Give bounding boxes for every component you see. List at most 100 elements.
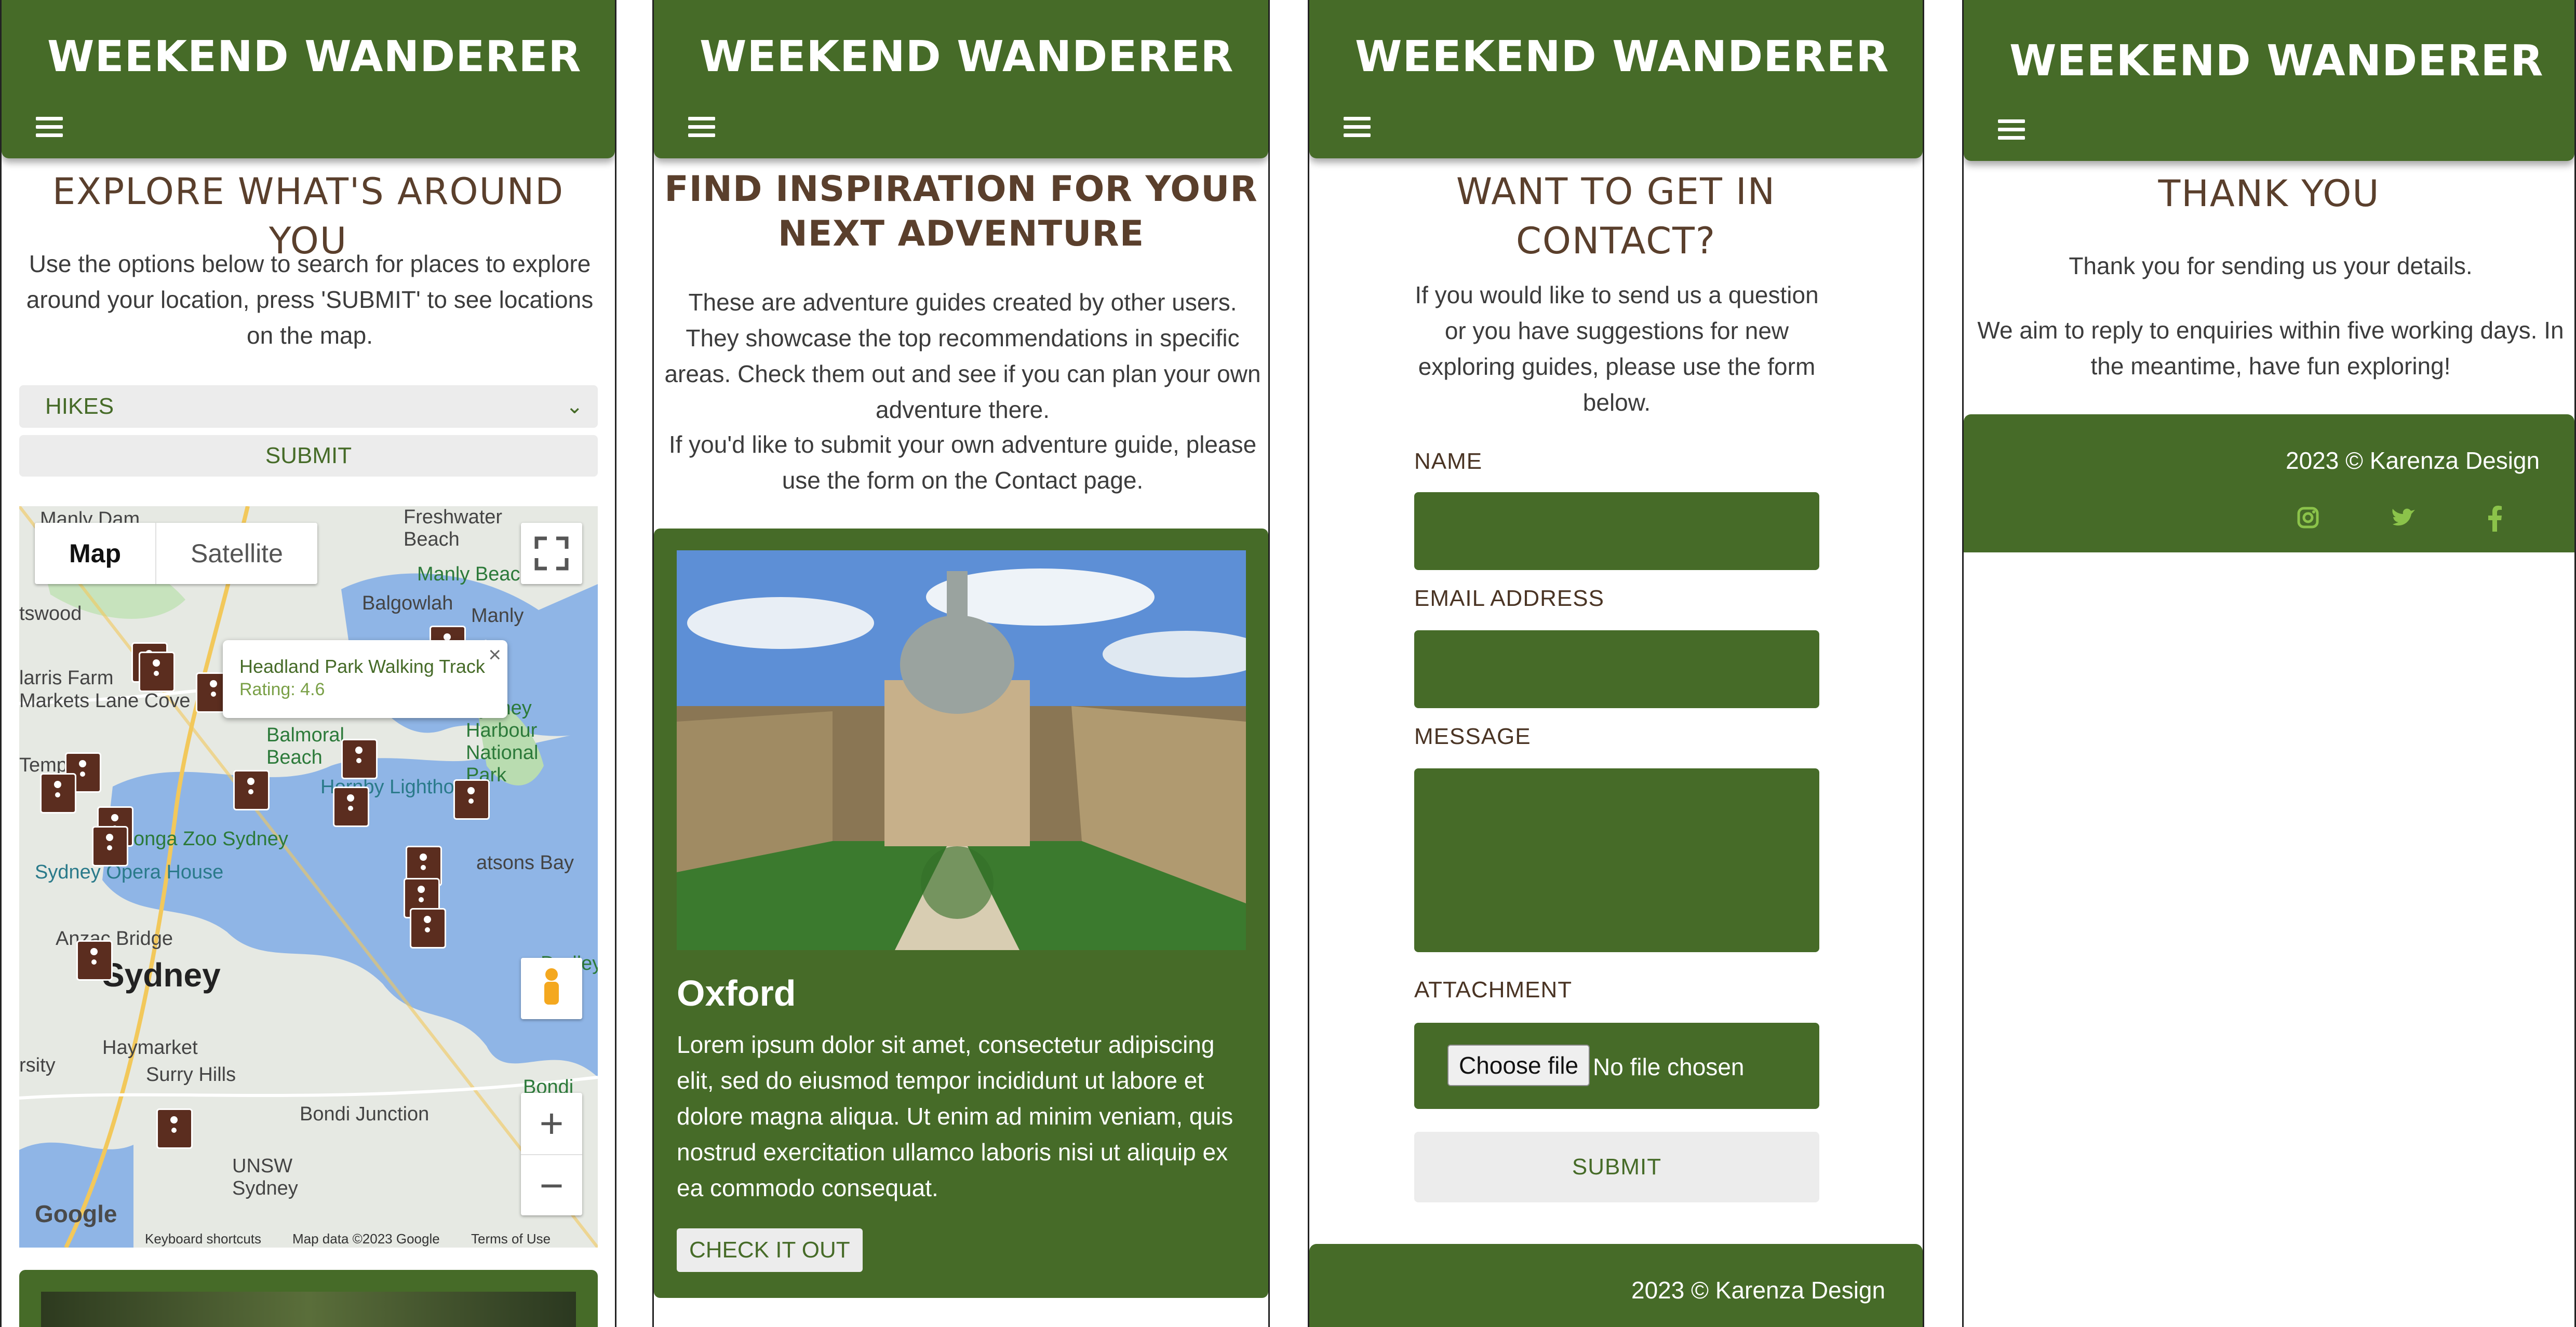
hike-marker-icon[interactable] [156, 1108, 193, 1149]
hike-marker-icon[interactable] [453, 779, 490, 820]
info-window-title[interactable]: Headland Park Walking Track [239, 656, 485, 678]
file-status-text: No file chosen [1593, 1053, 1745, 1080]
attachment-field: Choose file No file chosen [1414, 1023, 1819, 1109]
map-label-manly-beach: Manly Beach [417, 563, 531, 585]
hamburger-menu-icon[interactable] [1344, 117, 1371, 138]
app-header: WEEKEND WANDERER [1309, 0, 1923, 158]
hike-marker-icon[interactable] [76, 940, 113, 981]
page-title: WANT TO GET IN CONTACT? [1456, 170, 1776, 262]
intro-text: If you would like to send us a question … [1415, 281, 1819, 416]
check-it-out-button[interactable]: CHECK IT OUT [677, 1228, 863, 1272]
guide-card-title: Oxford [677, 973, 796, 1013]
map-label-tswood: tswood [19, 603, 82, 625]
map-info-window: Headland Park Walking Track Rating: 4.6 … [223, 640, 507, 718]
pegman-icon[interactable] [521, 958, 582, 1019]
map-label-bondi-junction: Bondi Junction [300, 1103, 430, 1125]
contact-screen: WEEKEND WANDERER WANT TO GET IN CONTACT?… [1308, 0, 1924, 1327]
fullscreen-icon[interactable] [521, 523, 582, 584]
hike-marker-icon[interactable] [410, 908, 446, 949]
map-data-text: Map data ©2023 Google [292, 1231, 440, 1247]
map-attribution: Keyboard shortcuts Map data ©2023 Google… [19, 1229, 598, 1248]
map-label-markets: Markets Lane Cove [19, 690, 191, 712]
guide-card-image [677, 550, 1246, 950]
map-label-haymarket: Haymarket [102, 1037, 198, 1059]
choose-file-button[interactable]: Choose file [1447, 1045, 1590, 1086]
hike-marker-icon[interactable] [40, 773, 76, 814]
hike-marker-icon[interactable] [333, 787, 369, 827]
intro-text: These are adventure guides created by ot… [664, 289, 1261, 423]
reply-info-text: We aim to reply to enquiries within five… [1977, 317, 2564, 380]
map-label-opera: Sydney Opera House [35, 861, 224, 883]
map-label-sydney: Sydney [102, 956, 221, 994]
map-type-map[interactable]: Map [35, 523, 155, 584]
hamburger-menu-icon[interactable] [36, 117, 63, 138]
intro-text: Use the options below to search for plac… [26, 250, 594, 349]
guide-card-image [41, 1292, 576, 1327]
place-type-select[interactable]: HIKES ⌄ [19, 385, 598, 428]
footer-copyright: 2023 © Karenza Design [2286, 447, 2540, 474]
attachment-label: ATTACHMENT [1414, 977, 1573, 1003]
hike-marker-icon[interactable] [92, 826, 128, 866]
message-label: MESSAGE [1414, 724, 1531, 749]
map-label-manly: Manly [471, 605, 524, 627]
app-header: WEEKEND WANDERER [2, 0, 615, 158]
map-label-anzac: Anzac Bridge [56, 928, 173, 950]
instagram-icon[interactable] [2296, 506, 2320, 535]
map-label-unsw: UNSW Sydney [232, 1155, 298, 1199]
twitter-icon[interactable] [2391, 506, 2417, 535]
footer: 2023 © Karenza Design [1309, 1244, 1923, 1327]
guide-card-body: Lorem ipsum dolor sit amet, consectetur … [677, 1031, 1233, 1201]
map-label-rsity: rsity [19, 1054, 56, 1076]
brand-logo[interactable]: WEEKEND WANDERER [2009, 36, 2544, 86]
footer-copyright: 2023 © Karenza Design [1631, 1277, 1886, 1304]
map-label-freshwater: Freshwater Beach [404, 506, 503, 550]
close-icon[interactable]: × [488, 642, 501, 667]
brand-logo[interactable]: WEEKEND WANDERER [47, 32, 582, 82]
map-type-toggle[interactable]: Map Satellite [35, 523, 317, 584]
facebook-icon[interactable] [2487, 506, 2503, 537]
intro-text-submit: If you'd like to submit your own adventu… [668, 431, 1257, 494]
email-label: EMAIL ADDRESS [1414, 586, 1604, 611]
brand-logo[interactable]: WEEKEND WANDERER [1355, 32, 1889, 82]
google-logo: Google [35, 1200, 117, 1227]
guide-card-preview [19, 1270, 598, 1327]
footer: 2023 © Karenza Design [1964, 414, 2574, 552]
page-title: THANK YOU [2158, 172, 2380, 215]
keyboard-shortcuts-link[interactable]: Keyboard shortcuts [145, 1231, 261, 1247]
explore-screen: WEEKEND WANDERER EXPLORE WHAT'S AROUND Y… [0, 0, 616, 1327]
map-label-watsons: atsons Bay [476, 852, 574, 874]
map-label-balmoral: Balmoral Beach [266, 724, 344, 768]
info-window-rating: Rating: 4.6 [239, 680, 325, 699]
zoom-controls: + − [521, 1093, 582, 1215]
chevron-down-icon: ⌄ [566, 395, 583, 418]
hamburger-menu-icon[interactable] [1998, 119, 2025, 140]
page-title: FIND INSPIRATION FOR YOUR NEXT ADVENTURE [664, 169, 1258, 254]
thank-you-screen: WEEKEND WANDERER THANK YOU Thank you for… [1962, 0, 2576, 1327]
hamburger-menu-icon[interactable] [688, 117, 715, 138]
submit-button[interactable]: SUBMIT [19, 435, 598, 477]
guides-screen: WEEKEND WANDERER FIND INSPIRATION FOR YO… [652, 0, 1270, 1327]
hike-marker-icon[interactable] [139, 652, 175, 692]
select-value: HIKES [45, 394, 114, 419]
map-type-satellite[interactable]: Satellite [155, 523, 317, 584]
hike-marker-icon[interactable] [341, 739, 378, 779]
submit-button[interactable]: SUBMIT [1414, 1132, 1819, 1202]
email-field[interactable] [1414, 630, 1819, 708]
thank-you-text: Thank you for sending us your details. [2069, 252, 2473, 279]
hike-marker-icon[interactable] [233, 770, 270, 810]
zoom-out-icon[interactable]: − [521, 1154, 582, 1216]
zoom-in-icon[interactable]: + [521, 1093, 582, 1154]
map-label-harris-farm: larris Farm [19, 667, 114, 689]
guide-card: Oxford Lorem ipsum dolor sit amet, conse… [654, 529, 1268, 1298]
map-label-taronga: onga Zoo Sydney [133, 828, 288, 850]
map[interactable]: Manly Dam Freshwater Beach Manly Beach B… [19, 506, 598, 1248]
brand-logo[interactable]: WEEKEND WANDERER [700, 32, 1234, 82]
map-label-balgowlah: Balgowlah [362, 592, 453, 614]
name-field[interactable] [1414, 492, 1819, 570]
terms-link[interactable]: Terms of Use [471, 1231, 551, 1247]
app-header: WEEKEND WANDERER [1964, 0, 2574, 161]
app-header: WEEKEND WANDERER [654, 0, 1268, 158]
name-label: NAME [1414, 449, 1483, 474]
map-label-surry: Surry Hills [146, 1064, 236, 1086]
message-field[interactable] [1414, 768, 1819, 952]
